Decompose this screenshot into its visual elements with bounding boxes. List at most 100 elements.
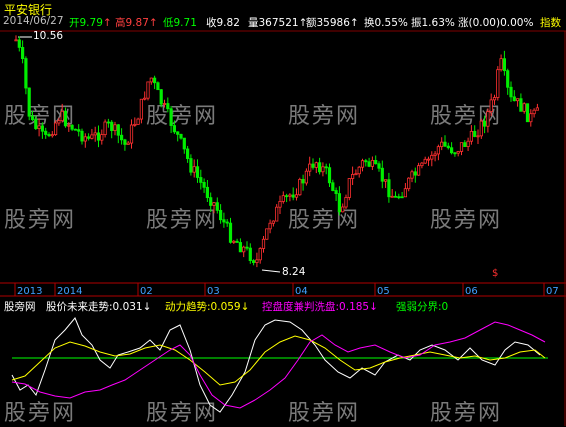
candle-body (37, 125, 41, 129)
candle-body (152, 77, 157, 84)
candle-body (512, 96, 516, 102)
candle-body (522, 103, 526, 112)
candlestick-series (14, 35, 540, 268)
control-value: 0.185 (339, 301, 370, 313)
low-price-leader (261, 269, 281, 273)
candle-body (341, 206, 345, 213)
candle-body (390, 195, 394, 198)
xaxis-label-2014: 2014 (57, 286, 83, 297)
candle-body (317, 162, 322, 173)
candle-body (54, 122, 58, 136)
candle-body (278, 201, 282, 208)
candle-body (218, 209, 223, 221)
candle-body (298, 179, 302, 196)
candle-body (535, 107, 540, 111)
candle-body (400, 196, 404, 199)
momentum-label: 动力趋势 (165, 301, 207, 313)
candle-body (179, 133, 183, 139)
candle-body (40, 125, 45, 132)
candle-body (383, 179, 388, 182)
high-price-label: 10.56 (33, 30, 64, 42)
momentum-value: 0.059 (210, 301, 241, 313)
xaxis-label-07: 07 (546, 286, 559, 297)
candle-body (195, 166, 200, 178)
candle-body (110, 121, 114, 131)
candle-body (311, 163, 315, 168)
candle-body (453, 152, 457, 155)
candle-body (34, 119, 38, 129)
candle-body (529, 113, 533, 123)
candle-body (169, 108, 173, 126)
candle-body (162, 103, 167, 105)
candle-body (407, 177, 411, 190)
strength-value: 0 (441, 301, 449, 313)
candle-body (136, 118, 140, 125)
future-trend-label: 股价未来走势 (46, 301, 109, 313)
indicator-line-control: 控盘度兼判洗盘:0.185↓ (262, 301, 378, 313)
candle-body (308, 163, 312, 172)
xaxis-label-02: 02 (140, 286, 153, 297)
candle-body (209, 197, 213, 206)
candle-body (73, 128, 77, 131)
candle-body (499, 58, 503, 71)
candle-body (367, 161, 371, 167)
control-label: 控盘度兼判洗盘 (262, 301, 336, 313)
control-arrow: ↓ (369, 301, 378, 313)
candle-body (403, 188, 408, 198)
candle-body (354, 173, 358, 176)
candle-body (149, 77, 153, 83)
candle-body (30, 115, 35, 121)
candle-body (446, 145, 450, 149)
candle-body (17, 39, 21, 48)
candle-body (377, 163, 381, 169)
candle-body (436, 146, 441, 155)
candle-body (87, 136, 91, 139)
candle-body (364, 160, 368, 163)
candle-body (248, 247, 252, 261)
stock-chart-window: 平安银行 2014/06/27 开9.79↑ 高9.87↑ 低9.71 收9.8… (0, 0, 566, 426)
candle-body (426, 158, 431, 161)
candle-body (133, 123, 137, 126)
kline-chart[interactable] (0, 0, 566, 426)
candle-body (327, 167, 332, 184)
candle-body (476, 135, 480, 138)
candle-body (347, 178, 351, 198)
candle-body (251, 260, 256, 263)
candle-body (268, 222, 272, 230)
candle-body (166, 103, 170, 110)
candle-body (314, 162, 318, 168)
candle-body (242, 246, 246, 253)
candle-body (301, 179, 305, 184)
indicator-name[interactable]: 股旁网 (4, 299, 36, 314)
candle-body (393, 195, 398, 198)
indicator-lines (11, 317, 548, 413)
candle-body (304, 170, 309, 184)
candle-body (172, 125, 176, 133)
future-trend-value: 0.031 (112, 301, 143, 313)
candle-body (519, 98, 523, 112)
candle-body (235, 240, 239, 243)
candle-body (413, 171, 417, 176)
candle-body (156, 82, 160, 91)
candle-body (397, 196, 401, 199)
candle-body (238, 242, 242, 253)
candle-body (344, 197, 348, 208)
candle-body (449, 147, 454, 154)
future-trend-arrow: ↓ (142, 301, 152, 313)
candle-body (205, 186, 209, 199)
candle-body (360, 160, 365, 168)
candle-body (456, 151, 460, 154)
candle-body (199, 177, 203, 183)
candle-body (473, 130, 477, 137)
candle-body (129, 124, 134, 144)
candle-body (275, 206, 279, 222)
candle-body (265, 228, 269, 240)
momentum-arrow: ↓ (240, 301, 250, 313)
candle-body (416, 165, 421, 176)
candle-body (83, 136, 87, 142)
strength-label: 强弱分界 (396, 301, 438, 313)
xaxis-label-06: 06 (465, 286, 478, 297)
candle-body (479, 120, 483, 137)
candle-body (232, 240, 236, 243)
candle-body (486, 111, 490, 127)
